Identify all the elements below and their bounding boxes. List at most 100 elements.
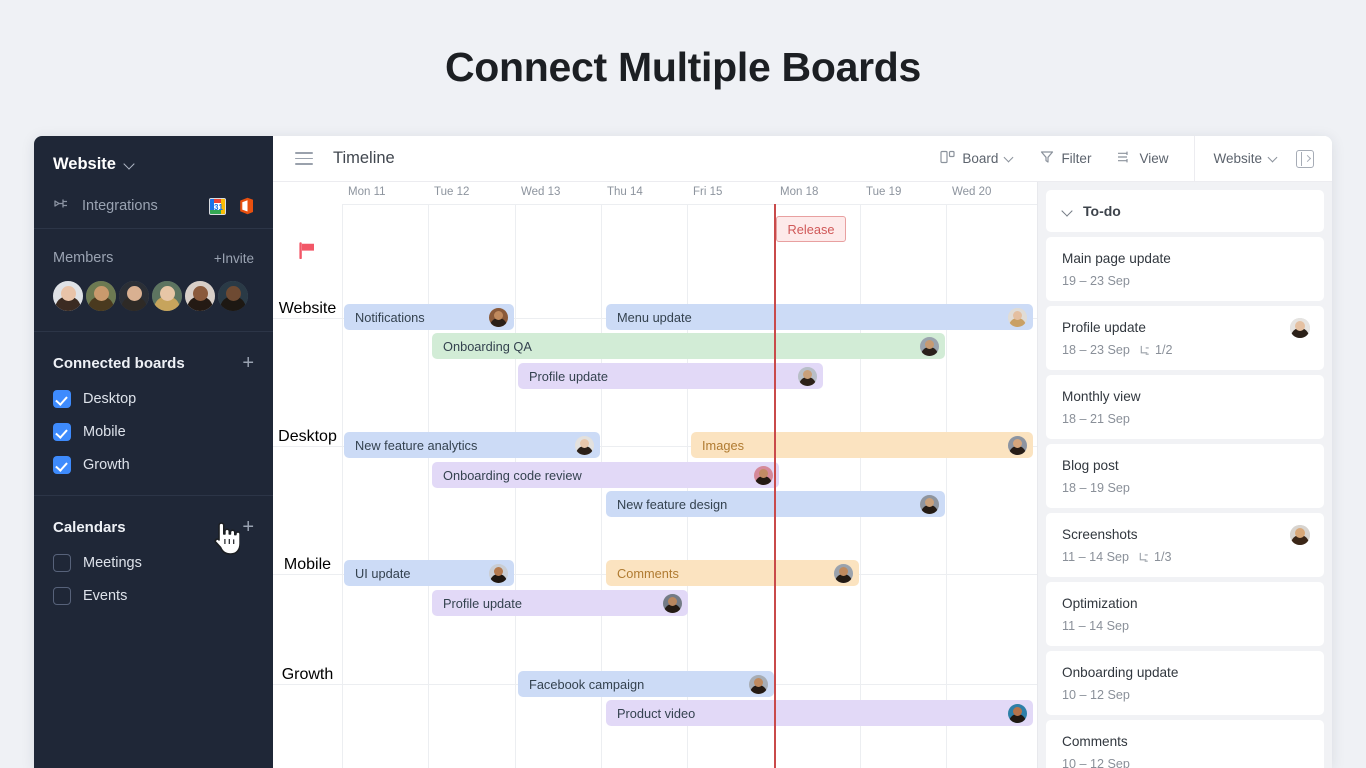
- board-rail: Website Desktop Mobile Growth: [273, 182, 342, 768]
- todo-card[interactable]: Blog post 18 – 19 Sep: [1046, 444, 1324, 508]
- todo-title: Screenshots: [1062, 527, 1138, 542]
- calendar-item-meetings[interactable]: Meetings: [53, 546, 254, 579]
- google-calendar-icon[interactable]: 31: [209, 197, 226, 215]
- hamburger-icon[interactable]: [295, 152, 313, 165]
- integrations-icon: [53, 198, 71, 214]
- avatar: [834, 563, 853, 583]
- todo-card[interactable]: Screenshots 11 – 14 Sep 1/3: [1046, 513, 1324, 577]
- member-avatar[interactable]: [185, 281, 215, 311]
- timeline-bar-label: UI update: [355, 565, 411, 581]
- connected-boards-title: Connected boards: [53, 354, 185, 372]
- milestone-release[interactable]: Release: [776, 216, 846, 242]
- add-calendar-button[interactable]: +: [242, 517, 254, 537]
- todo-dates: 18 – 21 Sep: [1062, 412, 1130, 426]
- timeline-bar[interactable]: Onboarding QA: [432, 333, 945, 359]
- timeline-view[interactable]: Website Desktop Mobile Growth Mon 11 Tue 12 W…: [273, 182, 1037, 768]
- todo-list: Main page update 19 – 23 Sep Profile updat…: [1038, 237, 1332, 768]
- rail-board-website[interactable]: Website: [273, 300, 342, 318]
- rail-milestones[interactable]: [273, 242, 342, 264]
- microsoft-office-icon[interactable]: [237, 197, 254, 215]
- todo-panel[interactable]: To-do Main page update 19 – 23 Sep Profile…: [1037, 182, 1332, 768]
- todo-card[interactable]: Optimization 11 – 14 Sep: [1046, 582, 1324, 646]
- add-board-button[interactable]: +: [242, 353, 254, 373]
- todo-card[interactable]: Monthly view 18 – 21 Sep: [1046, 375, 1324, 439]
- subtask-icon: [1140, 345, 1149, 355]
- avatar: [749, 674, 768, 694]
- view-button[interactable]: View: [1117, 150, 1168, 167]
- member-avatar[interactable]: [86, 281, 116, 311]
- invite-button[interactable]: +Invite: [214, 251, 254, 266]
- day-label: Tue 12: [434, 186, 470, 198]
- checkbox[interactable]: [53, 586, 71, 605]
- member-avatar[interactable]: [119, 281, 149, 311]
- grid-row-line: [273, 446, 342, 447]
- member-avatar[interactable]: [218, 281, 248, 311]
- member-avatar[interactable]: [53, 281, 83, 311]
- avatar: [1008, 307, 1027, 327]
- timeline-bar-label: Onboarding code review: [443, 467, 582, 483]
- timeline-bar[interactable]: Notifications: [344, 304, 514, 330]
- avatar: [920, 494, 939, 514]
- avatar: [1008, 703, 1027, 723]
- workspace-selector[interactable]: Website: [53, 136, 254, 184]
- subtask-count: 1/2: [1139, 343, 1172, 357]
- timeline-bar[interactable]: Images: [691, 432, 1033, 458]
- board-item-growth[interactable]: Growth: [53, 448, 254, 481]
- timeline-bar-label: Onboarding QA: [443, 338, 532, 354]
- timeline-bar[interactable]: Product video: [606, 700, 1033, 726]
- panel-workspace-selector[interactable]: Website: [1195, 151, 1296, 166]
- todo-dates: 10 – 12 Sep: [1062, 757, 1130, 768]
- todo-card[interactable]: Onboarding update 10 – 12 Sep: [1046, 651, 1324, 715]
- avatar: [920, 336, 939, 356]
- todo-dates: 11 – 14 Sep: [1062, 550, 1129, 564]
- checkbox[interactable]: [53, 455, 71, 474]
- timeline-bar-label: Facebook campaign: [529, 676, 645, 692]
- filter-button[interactable]: Filter: [1040, 150, 1091, 167]
- todo-section-title: To-do: [1083, 203, 1121, 219]
- timeline-bar[interactable]: Facebook campaign: [518, 671, 774, 697]
- rail-board-desktop[interactable]: Desktop: [273, 428, 342, 446]
- timeline-bar[interactable]: Onboarding code review: [432, 462, 779, 488]
- timeline-bar-label: Product video: [617, 705, 696, 721]
- timeline-bar-label: Notifications: [355, 309, 425, 325]
- timeline-bar[interactable]: Comments: [606, 560, 859, 586]
- todo-card[interactable]: Profile update 18 – 23 Sep 1/2: [1046, 306, 1324, 370]
- checkbox[interactable]: [53, 553, 71, 572]
- day-label: Wed 13: [521, 186, 561, 198]
- calendars-header: Calendars +: [53, 496, 254, 546]
- checkbox[interactable]: [53, 389, 71, 408]
- avatar: [663, 593, 682, 613]
- rail-board-growth[interactable]: Growth: [273, 666, 342, 684]
- board-item-desktop[interactable]: Desktop: [53, 382, 254, 415]
- todo-dates: 11 – 14 Sep: [1062, 619, 1129, 633]
- board-selector[interactable]: Board: [940, 150, 1014, 167]
- avatar: [489, 563, 508, 583]
- chevron-down-icon: [1005, 154, 1014, 163]
- todo-section-header[interactable]: To-do: [1046, 190, 1324, 232]
- todo-title: Onboarding update: [1062, 665, 1179, 680]
- integrations-row[interactable]: Integrations 31: [53, 184, 254, 228]
- timeline-bar-label: Images: [702, 437, 744, 453]
- today-marker-line: [774, 204, 776, 768]
- view-settings-icon: [1117, 150, 1132, 167]
- timeline-bar[interactable]: Profile update: [432, 590, 688, 616]
- timeline-bar[interactable]: New feature analytics: [344, 432, 600, 458]
- board-icon: [940, 150, 956, 167]
- item-label: Events: [83, 587, 128, 604]
- calendar-item-events[interactable]: Events: [53, 579, 254, 612]
- day-label: Mon 11: [348, 186, 386, 198]
- collapse-panel-icon[interactable]: [1296, 149, 1314, 168]
- chevron-down-icon: [1062, 206, 1073, 217]
- timeline-bar[interactable]: UI update: [344, 560, 514, 586]
- todo-card[interactable]: Main page update 19 – 23 Sep: [1046, 237, 1324, 301]
- member-avatar[interactable]: [152, 281, 182, 311]
- board-item-mobile[interactable]: Mobile: [53, 415, 254, 448]
- rail-board-mobile[interactable]: Mobile: [273, 556, 342, 574]
- day-label: Thu 14: [607, 186, 643, 198]
- timeline-day-header: Mon 11 Tue 12 Wed 13 Thu 14 Fri 15 Mon 18 Tue …: [342, 182, 1037, 204]
- timeline-bar[interactable]: Menu update: [606, 304, 1033, 330]
- timeline-bar[interactable]: Profile update: [518, 363, 823, 389]
- todo-dates: 10 – 12 Sep: [1062, 688, 1130, 702]
- checkbox[interactable]: [53, 422, 71, 441]
- todo-card[interactable]: Comments 10 – 12 Sep: [1046, 720, 1324, 768]
